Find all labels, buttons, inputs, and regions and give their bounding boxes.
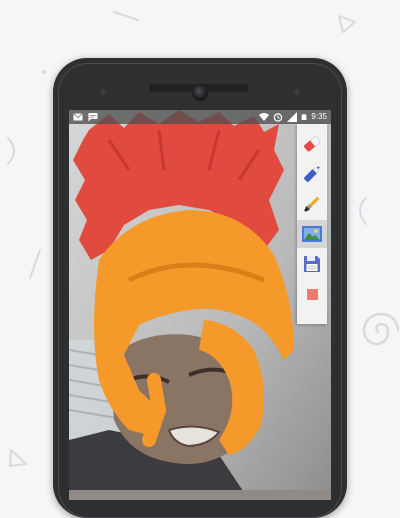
image-tool-button[interactable] [297,220,327,248]
gmail-icon [73,113,83,121]
status-clock: 9:35 [311,112,327,121]
front-camera [192,85,208,101]
image-icon [302,226,322,242]
eraser-icon [304,136,321,152]
photo-canvas[interactable] [69,110,331,500]
decoration-line-left [29,249,41,279]
decoration-triangle-bottom-left [9,449,27,467]
message-icon [88,113,98,122]
marker-tool-button[interactable] [297,160,327,188]
app-screen[interactable]: 9:35 [69,110,331,500]
signal-icon [287,112,298,122]
battery-icon [302,114,307,120]
decoration-arc-left [7,137,15,165]
drawing-toolbar [297,124,327,324]
status-bar: 9:35 [69,110,331,124]
color-picker-button[interactable] [297,280,327,308]
light-sensor [294,89,300,95]
alarm-icon [274,113,283,122]
eraser-tool-button[interactable] [297,130,327,158]
decoration-arc-right [359,197,367,225]
floppy-save-icon [304,256,320,272]
proximity-sensor [100,89,106,95]
selected-color-swatch [306,288,318,300]
marker-icon [303,166,320,183]
decoration-line-top [113,11,139,21]
decoration-triangle-top-right [338,15,356,33]
save-tool-button[interactable] [297,250,327,278]
decoration-dot [42,70,46,74]
brush-icon [304,196,320,212]
brush-tool-button[interactable] [297,190,327,218]
decoration-spiral [362,312,400,346]
wifi-icon [259,113,270,121]
